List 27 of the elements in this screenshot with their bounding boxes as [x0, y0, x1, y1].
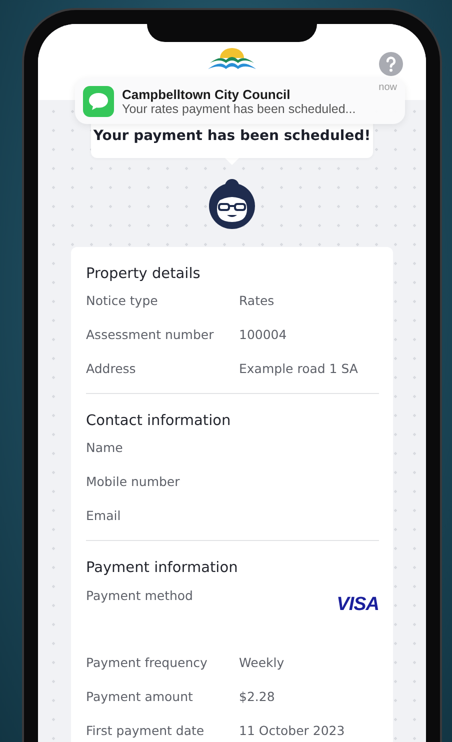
notification-title: Campbelltown City Council — [122, 86, 292, 102]
field-label: Mobile number — [86, 474, 181, 490]
field-label: Name — [86, 440, 124, 456]
section-title: Contact information — [86, 412, 232, 431]
notification-time: now — [378, 82, 397, 93]
field-label: Address — [86, 361, 137, 377]
message-app-icon — [83, 86, 114, 116]
notification[interactable]: Campbelltown City Council Your rates payment has been scheduled... now — [75, 78, 405, 124]
help-icon[interactable] — [379, 52, 403, 76]
section-title: Payment information — [86, 559, 239, 578]
field-value: 100004 — [239, 327, 287, 343]
field-label: Payment frequency — [86, 655, 208, 671]
woman-with-glasses-avatar-icon — [207, 178, 257, 230]
field-label: First payment date — [86, 723, 206, 739]
field-label: Payment amount — [86, 689, 194, 705]
field-label: Notice type — [86, 293, 159, 309]
field-value: Weekly — [239, 655, 284, 671]
field-value: 11 October 2023 — [239, 723, 345, 739]
section-title: Property details — [86, 265, 202, 284]
field-value: Example road 1 SA — [239, 361, 358, 377]
notification-message: Your rates payment has been scheduled... — [122, 102, 357, 116]
field-value: $2.28 — [239, 689, 275, 705]
field-label: Assessment number — [86, 327, 215, 343]
field-value: Rates — [239, 293, 274, 309]
field-label: Email — [86, 508, 122, 524]
field-label: Payment method — [86, 588, 194, 604]
card-brand-logo: VISA — [336, 595, 379, 615]
